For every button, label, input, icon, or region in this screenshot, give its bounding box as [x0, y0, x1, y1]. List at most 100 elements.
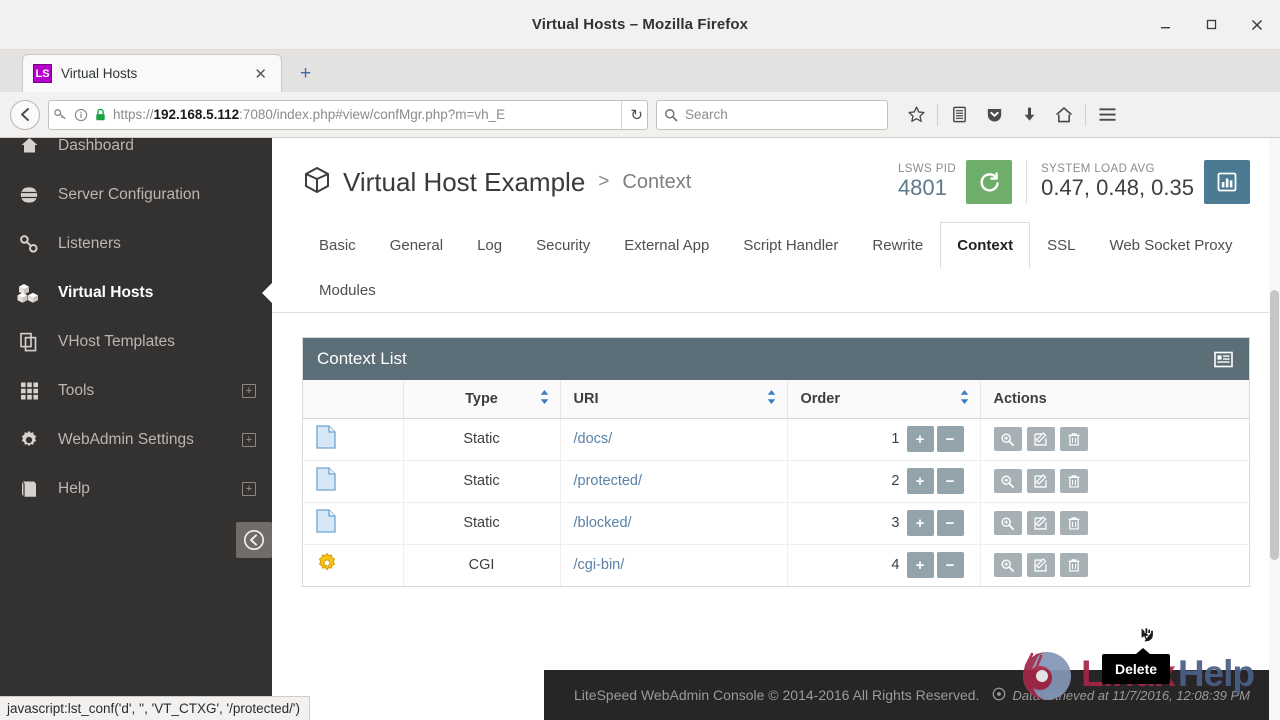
- move-up-button[interactable]: +: [906, 510, 934, 536]
- view-icon[interactable]: [993, 511, 1022, 535]
- row-uri-cell: /blocked/: [560, 502, 788, 545]
- delete-icon[interactable]: [1059, 469, 1088, 493]
- page-scrollbar[interactable]: [1269, 138, 1280, 720]
- move-up-button[interactable]: +: [906, 468, 934, 494]
- col-type-header[interactable]: Type: [403, 380, 561, 419]
- tab-context[interactable]: Context: [940, 222, 1031, 268]
- tab-ssl[interactable]: SSL: [1030, 222, 1092, 268]
- col-order-header[interactable]: Order: [787, 380, 981, 419]
- search-input[interactable]: Search: [685, 107, 728, 122]
- tab-web-socket-proxy[interactable]: Web Socket Proxy: [1092, 222, 1249, 268]
- col-actions-header: Actions: [980, 380, 1249, 419]
- sidebar-item-server-configuration[interactable]: Server Configuration: [0, 170, 272, 219]
- collapse-sidebar-icon[interactable]: [236, 522, 272, 558]
- lock-icon: [94, 108, 107, 122]
- lsws-pid-label: LSWS PID: [897, 163, 957, 175]
- expand-icon[interactable]: +: [242, 383, 256, 398]
- table-row[interactable]: Static /protected/ 2 + −: [303, 460, 1249, 503]
- sidebar-item-vhost-templates[interactable]: VHost Templates: [0, 317, 272, 366]
- delete-icon[interactable]: [1059, 427, 1088, 451]
- watermark-help-text: Help: [1177, 653, 1255, 694]
- move-down-button[interactable]: −: [936, 552, 964, 579]
- expand-icon[interactable]: +: [242, 481, 256, 496]
- edit-icon[interactable]: [1026, 427, 1055, 451]
- list-view-icon[interactable]: [1211, 347, 1235, 371]
- row-uri-link[interactable]: /docs/: [574, 431, 613, 447]
- sidebar-item-listeners[interactable]: Listeners: [0, 219, 272, 268]
- move-down-button[interactable]: −: [936, 426, 964, 452]
- close-icon[interactable]: [1244, 12, 1270, 38]
- sidebar-item-webadmin-settings[interactable]: WebAdmin Settings +: [0, 415, 272, 464]
- sidebar-item-tools[interactable]: Tools +: [0, 366, 272, 415]
- col-icon-header: [303, 380, 404, 419]
- page-info-icon[interactable]: [74, 108, 88, 122]
- sort-icon[interactable]: [540, 389, 549, 408]
- minimize-icon[interactable]: [1152, 12, 1178, 38]
- permissions-key-icon[interactable]: [53, 107, 68, 122]
- mouse-cursor: [1136, 624, 1160, 657]
- row-uri-link[interactable]: /protected/: [574, 473, 643, 489]
- link-icon: [16, 233, 42, 255]
- tab-rewrite[interactable]: Rewrite: [855, 222, 940, 268]
- tab-script-handler[interactable]: Script Handler: [726, 222, 855, 268]
- downloads-icon[interactable]: [1013, 99, 1045, 131]
- browser-tabstrip: LS Virtual Hosts ✕ +: [0, 50, 1280, 92]
- tab-basic[interactable]: Basic: [302, 222, 373, 268]
- page-title: Virtual Host Example > Context: [302, 165, 898, 200]
- move-down-button[interactable]: −: [936, 468, 964, 494]
- sort-icon[interactable]: [767, 389, 776, 408]
- edit-icon[interactable]: [1026, 511, 1055, 535]
- tab-security[interactable]: Security: [519, 222, 607, 268]
- restart-icon[interactable]: [966, 160, 1013, 204]
- clock-icon: [992, 687, 1006, 704]
- sidebar-item-virtual-hosts[interactable]: Virtual Hosts: [0, 268, 272, 317]
- edit-icon[interactable]: [1026, 469, 1055, 493]
- home-icon[interactable]: [1048, 99, 1080, 131]
- sidebar-item-dashboard[interactable]: Dashboard: [0, 138, 272, 170]
- maximize-icon[interactable]: [1198, 12, 1224, 38]
- tab-log[interactable]: Log: [460, 222, 519, 268]
- tab-external-app[interactable]: External App: [607, 222, 726, 268]
- bar-chart-icon[interactable]: [1204, 160, 1250, 204]
- sidebar-item-label: VHost Templates: [58, 332, 175, 350]
- row-type: CGI: [403, 544, 561, 586]
- table-row[interactable]: Static /docs/ 1 + −: [303, 418, 1249, 461]
- sidebar-item-label: Tools: [58, 381, 95, 399]
- move-up-button[interactable]: +: [906, 426, 934, 452]
- pocket-icon[interactable]: [978, 99, 1010, 131]
- url-bar[interactable]: https://192.168.5.112:7080/index.php#vie…: [48, 99, 648, 130]
- sidebar-item-help[interactable]: Help +: [0, 464, 272, 513]
- new-tab-button[interactable]: +: [300, 63, 311, 85]
- row-uri-link[interactable]: /blocked/: [574, 515, 632, 531]
- browser-tab[interactable]: LS Virtual Hosts ✕: [22, 54, 282, 92]
- tab-modules[interactable]: Modules: [302, 267, 393, 313]
- tab-close-icon[interactable]: ✕: [250, 65, 271, 83]
- view-icon[interactable]: [993, 427, 1022, 451]
- menu-icon[interactable]: [1091, 99, 1123, 131]
- move-up-button[interactable]: +: [906, 552, 934, 579]
- back-button-icon[interactable]: [10, 99, 40, 130]
- move-down-button[interactable]: −: [936, 510, 964, 536]
- bookmark-star-icon[interactable]: [900, 99, 932, 131]
- globe-icon: [16, 184, 42, 206]
- stats-divider: [1026, 160, 1028, 204]
- scrollbar-thumb[interactable]: [1270, 290, 1279, 560]
- table-row[interactable]: Static /blocked/ 3 + −: [303, 502, 1249, 545]
- delete-icon[interactable]: [1059, 553, 1088, 578]
- view-icon[interactable]: [993, 553, 1022, 578]
- search-bar[interactable]: Search: [656, 99, 888, 130]
- expand-icon[interactable]: +: [242, 432, 256, 447]
- browser-navbar: https://192.168.5.112:7080/index.php#vie…: [0, 92, 1280, 138]
- tab-favicon-icon: LS: [33, 64, 52, 83]
- view-icon[interactable]: [993, 469, 1022, 493]
- library-icon[interactable]: [943, 99, 975, 131]
- edit-icon[interactable]: [1026, 553, 1055, 578]
- browser-statusbar: javascript:lst_conf('d', '', 'VT_CTXG', …: [0, 696, 310, 720]
- row-uri-link[interactable]: /cgi-bin/: [574, 557, 625, 573]
- reload-icon[interactable]: ↻: [621, 100, 643, 129]
- col-uri-header[interactable]: URI: [560, 380, 788, 419]
- sort-icon[interactable]: [960, 389, 969, 408]
- delete-icon[interactable]: [1059, 511, 1088, 535]
- tab-general[interactable]: General: [373, 222, 460, 268]
- table-row[interactable]: CGI /cgi-bin/ 4 + −: [303, 544, 1249, 586]
